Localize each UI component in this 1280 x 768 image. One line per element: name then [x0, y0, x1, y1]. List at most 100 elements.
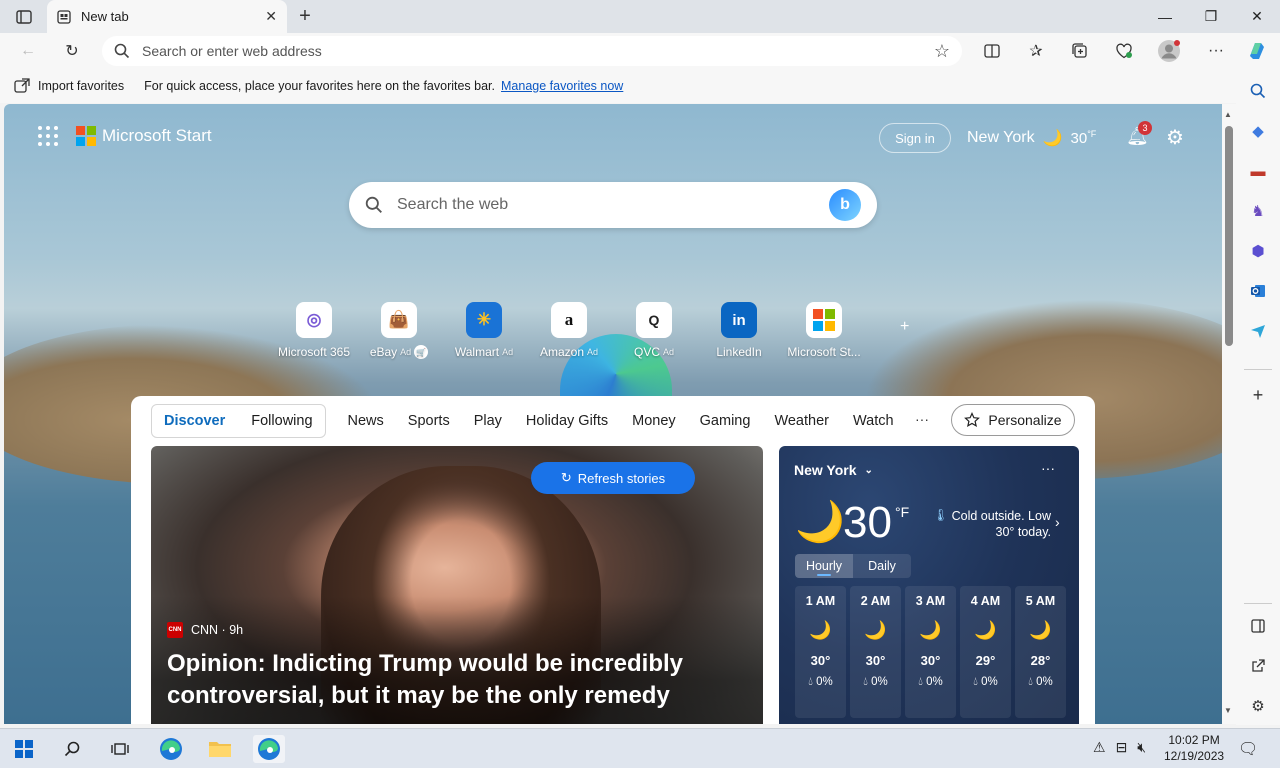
page-scrollbar[interactable]: ▲ ▼	[1222, 104, 1236, 724]
quick-link-ebay[interactable]: 👜 eBay Ad 🛒	[354, 302, 444, 359]
address-bar[interactable]: Search or enter web address ☆	[102, 36, 962, 66]
ad-badge: Ad	[502, 347, 514, 357]
taskbar-clock[interactable]: 10:02 PM 12/19/2023	[1164, 732, 1224, 764]
collections-button[interactable]	[1067, 39, 1093, 63]
hour-forecast[interactable]: 4 AM 🌙 29° 💧︎ 0%	[960, 586, 1011, 718]
scroll-up-icon[interactable]: ▲	[1224, 110, 1232, 119]
app-launcher-icon[interactable]	[38, 126, 58, 146]
new-tab-button[interactable]: +	[294, 5, 316, 27]
quick-link-microsoft-365[interactable]: ◎ Microsoft 365	[269, 302, 359, 359]
notifications-button[interactable]: 🔔︎ 3	[1126, 121, 1152, 148]
chevron-right-icon[interactable]: ›	[1055, 514, 1060, 530]
add-quick-link-button[interactable]: +	[900, 318, 909, 336]
quick-link-label: eBay	[369, 345, 398, 359]
settings-more-button[interactable]: ···	[1203, 39, 1229, 63]
performance-button[interactable]	[1111, 39, 1137, 63]
sidebar-games[interactable]: ♞	[1248, 201, 1268, 221]
weather-card[interactable]: New York ⌄ ··· 🌙 30 °F 🌡 Cold outside. L…	[779, 446, 1079, 724]
more-icon[interactable]: ···	[915, 411, 929, 427]
taskbar-search-button[interactable]	[57, 735, 87, 763]
hour-temp: 30°	[865, 653, 886, 668]
quick-link-walmart[interactable]: ✳ Walmart Ad	[439, 302, 529, 359]
tab-actions-button[interactable]	[12, 6, 36, 28]
refresh-stories-button[interactable]: ↻ Refresh stories	[531, 462, 695, 494]
sidebar-search[interactable]	[1248, 81, 1268, 101]
quick-link-qvc[interactable]: Q QVC Ad	[609, 302, 699, 359]
plus-icon: +	[299, 4, 311, 27]
story-headline[interactable]: Opinion: Indicting Trump would be incred…	[167, 648, 747, 712]
split-screen-button[interactable]	[979, 39, 1005, 63]
tab-daily[interactable]: Daily	[853, 554, 911, 578]
windows-logo-icon	[15, 740, 33, 758]
nav-weather[interactable]: Weather	[774, 413, 829, 429]
sparkle-star-icon	[964, 412, 981, 427]
network-icon[interactable]: ⊟	[1116, 739, 1128, 756]
close-window-button[interactable]: ✕	[1234, 0, 1280, 33]
taskbar-edge[interactable]	[156, 735, 186, 763]
hero-story-card[interactable]: ↻ Refresh stories CNN CNN · 9h Opinion: …	[151, 446, 763, 724]
sidebar-outlook[interactable]	[1248, 281, 1268, 301]
minimize-button[interactable]: —	[1142, 0, 1188, 33]
tab-discover[interactable]: Discover	[164, 413, 225, 429]
quick-link-amazon[interactable]: a Amazon Ad	[524, 302, 614, 359]
favorite-star-icon[interactable]: ☆	[934, 41, 950, 62]
back-button[interactable]: ←	[15, 39, 41, 63]
sidebar-divider	[1244, 603, 1272, 604]
profile-button[interactable]	[1156, 39, 1182, 63]
nav-holiday-gifts[interactable]: Holiday Gifts	[526, 413, 608, 429]
sidebar-hide-button[interactable]	[1248, 616, 1268, 636]
security-alert-icon[interactable]: ⚠	[1093, 739, 1106, 756]
favorites-button[interactable]: ✰	[1023, 39, 1049, 63]
nav-news[interactable]: News	[348, 413, 384, 429]
browser-tab[interactable]: New tab ✕	[47, 0, 287, 33]
page-settings-button[interactable]: ⚙	[1166, 125, 1184, 150]
feed-mode-toggle: Discover Following	[151, 404, 326, 438]
hour-forecast[interactable]: 3 AM 🌙 30° 💧︎ 0%	[905, 586, 956, 718]
tab-hourly[interactable]: Hourly	[795, 554, 853, 578]
scroll-thumb[interactable]	[1225, 126, 1233, 346]
manage-favorites-link[interactable]: Manage favorites now	[501, 79, 623, 93]
notification-center-icon[interactable]: 🗨︎	[1238, 739, 1258, 759]
hour-forecast[interactable]: 1 AM 🌙 30° 💧︎ 0%	[795, 586, 846, 718]
web-search-box[interactable]: Search the web b	[349, 182, 877, 228]
plus-icon: +	[900, 318, 910, 335]
sidebar-drop[interactable]	[1248, 321, 1268, 341]
tab-following[interactable]: Following	[251, 413, 312, 429]
weather-unit: °F	[1087, 129, 1097, 139]
sidebar-tools[interactable]: ▬	[1248, 161, 1268, 181]
task-view-button[interactable]	[105, 735, 135, 763]
scroll-down-icon[interactable]: ▼	[1224, 706, 1232, 715]
quick-link-linkedin[interactable]: in LinkedIn	[694, 302, 784, 359]
bing-chat-button[interactable]: b	[829, 189, 861, 221]
sidebar-microsoft-365[interactable]: ⬢	[1248, 241, 1268, 261]
hour-forecast[interactable]: 2 AM 🌙 30° 💧︎ 0%	[850, 586, 901, 718]
start-button[interactable]	[9, 735, 39, 763]
quick-link-microsoft-store[interactable]: Microsoft St...	[779, 302, 869, 359]
copilot-button[interactable]	[1244, 39, 1270, 63]
weather-more-icon[interactable]: ···	[1041, 460, 1055, 476]
nav-watch[interactable]: Watch	[853, 413, 894, 429]
sidebar-settings[interactable]: ⚙	[1248, 696, 1268, 716]
refresh-button[interactable]: ↻	[59, 39, 85, 63]
sign-in-button[interactable]: Sign in	[879, 123, 951, 153]
brand-title[interactable]: Microsoft Start	[102, 126, 212, 146]
sidebar-external-link[interactable]	[1248, 656, 1268, 676]
import-favorites-button[interactable]: Import favorites	[14, 78, 124, 94]
volume-muted-icon[interactable]: 🔇︎	[1137, 739, 1146, 756]
restore-button[interactable]: ❐	[1188, 0, 1234, 33]
weather-location-selector[interactable]: New York ⌄	[794, 462, 873, 478]
tab-actions-icon	[16, 10, 32, 24]
taskbar-edge-active[interactable]	[253, 735, 285, 763]
sidebar-shopping[interactable]: ◆	[1248, 121, 1268, 141]
hour-time: 5 AM	[1025, 594, 1056, 608]
taskbar-file-explorer[interactable]	[205, 735, 235, 763]
nav-money[interactable]: Money	[632, 413, 676, 429]
header-weather[interactable]: New York 🌙 30°F	[967, 128, 1096, 148]
nav-play[interactable]: Play	[474, 413, 502, 429]
close-tab-icon[interactable]: ✕	[265, 8, 277, 25]
nav-sports[interactable]: Sports	[408, 413, 450, 429]
sidebar-add-button[interactable]: +	[1248, 385, 1268, 405]
nav-gaming[interactable]: Gaming	[700, 413, 751, 429]
personalize-button[interactable]: Personalize	[951, 404, 1075, 436]
hour-forecast[interactable]: 5 AM 🌙 28° 💧︎ 0%	[1015, 586, 1066, 718]
